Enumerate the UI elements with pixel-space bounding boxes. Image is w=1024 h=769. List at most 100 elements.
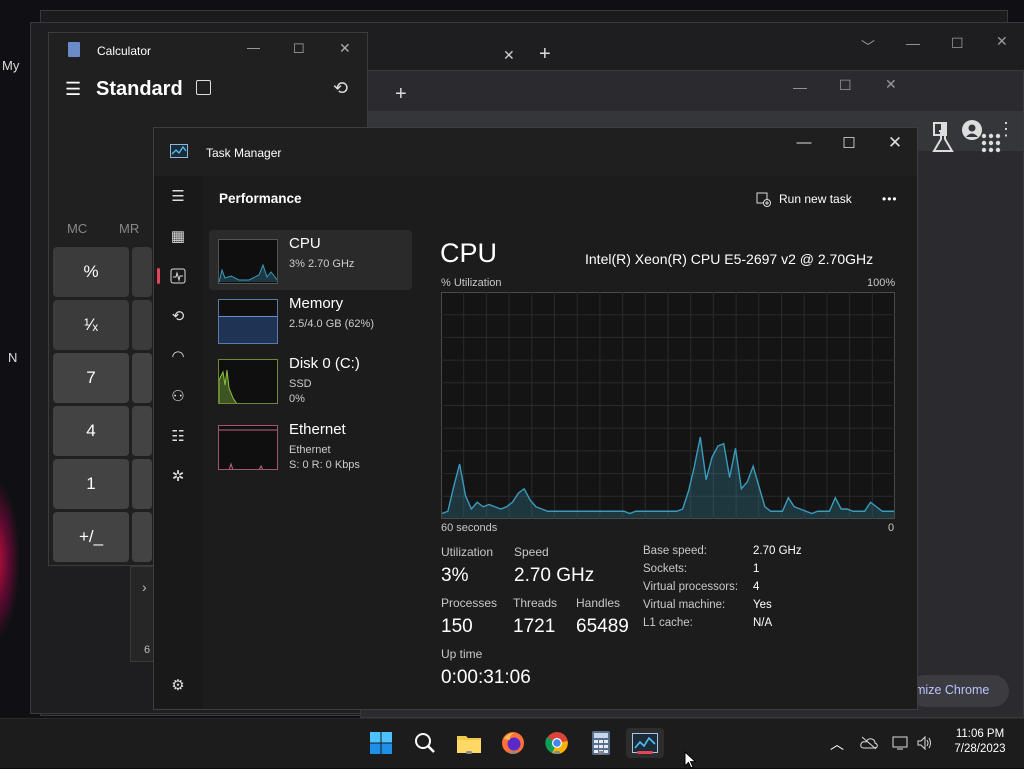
- calc-key-partial[interactable]: [132, 300, 152, 350]
- detail-value: Yes: [753, 599, 772, 611]
- calc-key-partial[interactable]: [132, 406, 152, 456]
- perf-item-cpu[interactable]: CPU 3% 2.70 GHz: [209, 230, 412, 290]
- calculator-title: Calculator: [97, 44, 152, 58]
- mouse-cursor-icon: [684, 751, 697, 769]
- hamburger-menu-icon[interactable]: ☰: [168, 186, 188, 206]
- more-options-icon[interactable]: •••: [882, 192, 898, 206]
- close-icon[interactable]: ✕: [885, 76, 897, 93]
- detail-label: Sockets:: [643, 563, 688, 575]
- performance-icon[interactable]: [168, 266, 188, 286]
- file-explorer-button[interactable]: [454, 728, 484, 758]
- cpu-model: Intel(R) Xeon(R) CPU E5-2697 v2 @ 2.70GH…: [585, 251, 874, 267]
- perf-item-sub: 3% 2.70 GHz: [289, 258, 355, 270]
- calc-key-partial[interactable]: [132, 512, 152, 562]
- firefox-button[interactable]: [498, 728, 528, 758]
- memory-clear-button[interactable]: MC: [67, 221, 87, 236]
- run-new-task-button[interactable]: Run new task: [756, 188, 852, 210]
- desktop-label-my[interactable]: My: [2, 58, 19, 73]
- speed-label: Speed: [514, 545, 549, 559]
- maximize-icon[interactable]: ☐: [951, 35, 964, 52]
- menu-icon[interactable]: ☰: [65, 79, 81, 100]
- history-icon[interactable]: ⟲: [333, 78, 348, 99]
- chrome-button[interactable]: [542, 728, 572, 758]
- wallpaper-glow: [0, 480, 20, 640]
- start-button[interactable]: [366, 728, 396, 758]
- desktop-label-n[interactable]: N: [8, 350, 17, 365]
- speed-value: 2.70 GHz: [514, 565, 595, 586]
- details-icon[interactable]: ☷: [168, 426, 188, 446]
- chevron-right-icon[interactable]: ›: [142, 579, 147, 595]
- calc-key-partial[interactable]: [132, 459, 152, 509]
- calc-key-partial[interactable]: [132, 353, 152, 403]
- tab-close-icon[interactable]: ✕: [503, 47, 515, 64]
- cpu-utilization-graph: [441, 292, 895, 519]
- negate-key[interactable]: +/_: [53, 512, 129, 562]
- handles-label: Handles: [576, 596, 621, 610]
- clock-time: 11:06 PM: [955, 728, 1005, 740]
- maximize-icon[interactable]: ☐: [293, 41, 305, 57]
- app-history-icon[interactable]: ⟲: [168, 306, 188, 326]
- network-icon[interactable]: [892, 735, 910, 751]
- processes-value: 150: [441, 616, 473, 637]
- perf-item-disk[interactable]: Disk 0 (C:) SSD 0%: [209, 350, 412, 410]
- new-tab-icon[interactable]: +: [539, 43, 551, 66]
- calc-key-partial[interactable]: [132, 247, 152, 297]
- running-indicator: [510, 751, 516, 754]
- detail-value: N/A: [753, 617, 773, 629]
- handles-value: 65489: [576, 616, 629, 637]
- memory-recall-button[interactable]: MR: [119, 221, 139, 236]
- digit-4-key[interactable]: 4: [53, 406, 129, 456]
- digit-1-key[interactable]: 1: [53, 459, 129, 509]
- calculator-mode: Standard: [96, 78, 183, 100]
- apps-grid-icon[interactable]: [981, 133, 1001, 158]
- search-icon: [415, 733, 435, 753]
- uptime-label: Up time: [441, 647, 483, 661]
- reciprocal-key[interactable]: ¹⁄ₓ: [53, 300, 129, 350]
- minimize-icon[interactable]: —: [793, 79, 807, 95]
- digit-7-key[interactable]: 7: [53, 353, 129, 403]
- minimize-icon[interactable]: —: [247, 40, 260, 55]
- onedrive-offline-icon[interactable]: [860, 736, 878, 750]
- customize-chrome-label: mize Chrome: [915, 683, 990, 697]
- close-icon[interactable]: ✕: [339, 40, 351, 57]
- services-icon[interactable]: ✲: [168, 466, 188, 486]
- utilization-label: Utilization: [441, 545, 494, 559]
- perf-item-ethernet[interactable]: Ethernet Ethernet S: 0 R: 0 Kbps: [209, 416, 412, 476]
- labs-icon[interactable]: [931, 129, 955, 160]
- running-indicator: [598, 751, 604, 754]
- users-icon[interactable]: ⚇: [168, 386, 188, 406]
- customize-chrome-button[interactable]: mize Chrome: [909, 675, 1009, 707]
- processes-icon[interactable]: ▦: [168, 226, 188, 246]
- new-tab-icon[interactable]: +: [395, 83, 407, 106]
- profile-icon[interactable]: [962, 120, 982, 140]
- perf-item-sub2: 0%: [289, 393, 305, 405]
- keep-on-top-icon[interactable]: [196, 80, 211, 95]
- disk-thumbnail: [218, 359, 278, 404]
- run-new-task-label: Run new task: [779, 192, 852, 206]
- perf-item-sub: 2.5/4.0 GB (62%): [289, 318, 374, 330]
- chevron-down-icon[interactable]: ﹀: [861, 37, 875, 57]
- calculator-button[interactable]: [586, 728, 616, 758]
- minimize-icon[interactable]: —: [789, 134, 819, 151]
- task-manager-title: Task Manager: [206, 146, 282, 160]
- perf-item-memory[interactable]: Memory 2.5/4.0 GB (62%): [209, 290, 412, 350]
- maximize-icon[interactable]: ☐: [839, 77, 852, 94]
- minimize-icon[interactable]: —: [906, 35, 920, 51]
- search-button[interactable]: [410, 728, 440, 758]
- cpu-heading: CPU: [440, 238, 498, 268]
- percent-key[interactable]: %: [53, 247, 129, 297]
- section-title: Performance: [219, 191, 302, 206]
- maximize-icon[interactable]: ☐: [834, 134, 864, 152]
- memory-thumbnail: [218, 299, 278, 344]
- chevron-up-icon[interactable]: ︿: [830, 734, 844, 754]
- clock[interactable]: 11:06 PM 7/28/2023: [940, 728, 1020, 755]
- task-manager-button[interactable]: [626, 728, 664, 758]
- startup-apps-icon[interactable]: ◠: [168, 346, 188, 366]
- active-indicator: [637, 751, 653, 754]
- volume-icon[interactable]: [916, 735, 934, 751]
- running-indicator: [466, 751, 472, 754]
- settings-gear-icon[interactable]: ⚙: [168, 675, 188, 695]
- close-icon[interactable]: ✕: [996, 33, 1008, 50]
- close-icon[interactable]: ✕: [880, 133, 910, 153]
- running-indicator: [554, 751, 560, 754]
